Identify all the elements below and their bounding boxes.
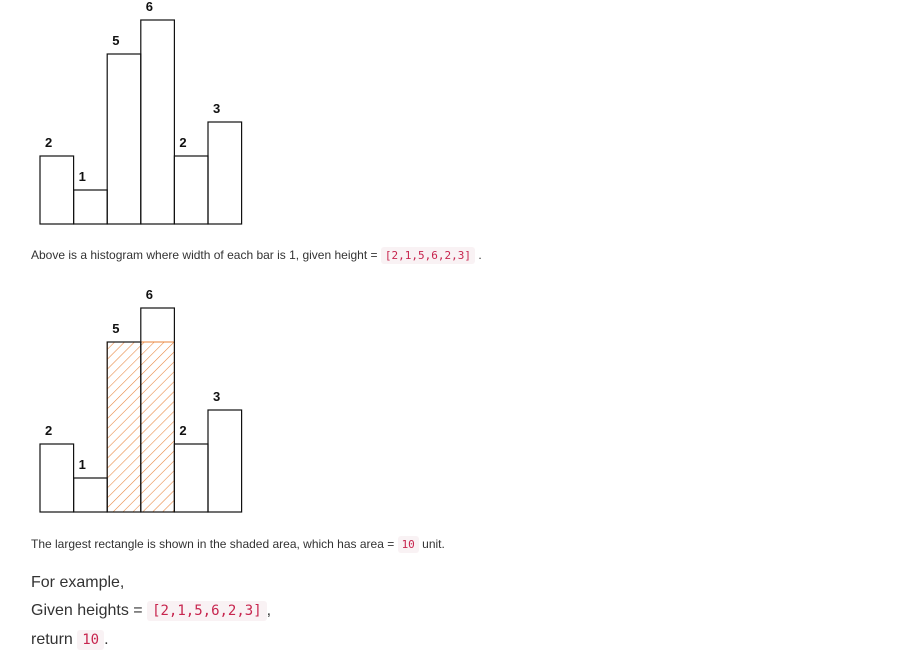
bar-label-1-5: 3 <box>213 101 220 116</box>
bar-1-0 <box>39 155 75 225</box>
height-array-code: [2,1,5,6,2,3] <box>380 247 475 264</box>
bar-label-2-5: 3 <box>213 389 220 404</box>
bar-2-4 <box>173 443 209 513</box>
histogram-largest-rectangle: 2 1 5 6 2 3 <box>39 287 243 513</box>
bar-1-1 <box>72 189 108 225</box>
bar-label-1-3: 6 <box>146 0 153 14</box>
bar-label-1-1: 1 <box>79 169 86 184</box>
area-value-code: 10 <box>397 536 419 553</box>
caption-period: . <box>478 248 482 262</box>
area-caption: The largest rectangle is shown in the sh… <box>31 536 445 553</box>
bar-1-3 <box>140 19 176 225</box>
example-given-line: Given heights = [2,1,5,6,2,3], <box>31 601 272 621</box>
area-unit-text: unit. <box>422 537 445 551</box>
bar-label-1-0: 2 <box>45 135 52 150</box>
bar-1-5 <box>207 121 243 225</box>
bar-label-2-4: 2 <box>179 423 186 438</box>
histogram-caption: Above is a histogram where width of each… <box>31 247 482 264</box>
bar-label-1-4: 2 <box>179 135 186 150</box>
given-heights-code: [2,1,5,6,2,3] <box>147 601 267 621</box>
bar-label-2-3: 6 <box>146 287 153 302</box>
return-suffix: . <box>104 631 109 648</box>
given-prefix: Given heights = <box>31 602 148 619</box>
bar-1-4 <box>173 155 209 225</box>
bar-2-0 <box>39 443 75 513</box>
example-return-line: return 10. <box>31 630 109 650</box>
example-intro: For example, <box>31 574 125 591</box>
bar-2-5 <box>207 409 243 513</box>
given-suffix: , <box>266 602 272 619</box>
bar-label-2-2: 5 <box>112 321 119 336</box>
caption-text: Above is a histogram where width of each… <box>31 248 381 262</box>
bar-1-2 <box>106 53 142 225</box>
histogram-input: 2 1 5 6 2 3 <box>39 0 243 225</box>
bar-label-2-1: 1 <box>79 457 86 472</box>
area-caption-text: The largest rectangle is shown in the sh… <box>31 537 398 551</box>
return-prefix: return <box>31 631 73 648</box>
bar-label-1-2: 5 <box>112 33 119 48</box>
bar-label-2-0: 2 <box>45 423 52 438</box>
return-value-code: 10 <box>77 630 105 650</box>
bar-2-1 <box>72 477 108 513</box>
